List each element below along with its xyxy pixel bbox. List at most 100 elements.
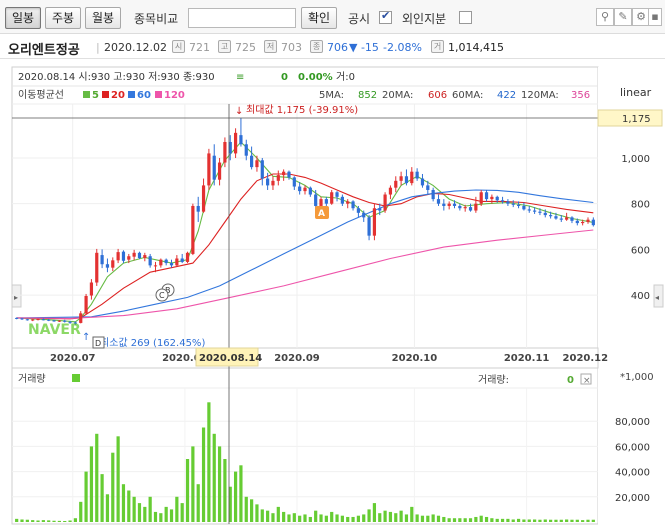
candle-body (207, 153, 211, 186)
volume-bar (217, 446, 222, 522)
ma5-swatch (83, 91, 90, 98)
tab-daily[interactable]: 일봉 (5, 7, 41, 29)
candle-body (463, 207, 467, 209)
ma120-value: 356 (571, 90, 590, 101)
price-tick-label: 600 (631, 245, 650, 256)
ma-title: 이동평균선 (18, 89, 64, 101)
volume-icon: 거 (431, 40, 444, 53)
tab-monthly[interactable]: 월봉 (85, 7, 121, 29)
event-marker-c-label: C (159, 291, 165, 300)
candle-body (282, 171, 286, 176)
volume-bar (89, 446, 94, 522)
candle-body (575, 220, 579, 224)
disclosure-checkbox[interactable] (379, 9, 392, 24)
volume-bar (506, 518, 510, 522)
volume-bar (298, 515, 302, 522)
volume-bar (164, 506, 168, 522)
date-tick-label: 2020.10 (392, 353, 438, 364)
compare-search-input[interactable] (188, 8, 296, 28)
volume-bar (121, 484, 126, 522)
candle-body (223, 141, 227, 163)
candle-body (31, 319, 35, 321)
candle-body (527, 209, 531, 211)
confirm-button[interactable]: 확인 (301, 7, 337, 29)
candle-body (36, 319, 40, 321)
open-price-icon: 시 (172, 40, 185, 53)
volume-bar (399, 510, 403, 522)
volume-bar (159, 513, 163, 522)
candle-body (89, 282, 94, 296)
candle-body (298, 186, 302, 192)
scale-mode-label[interactable]: linear (620, 86, 652, 99)
volume-bar (378, 513, 382, 522)
volume-bar (356, 515, 360, 522)
volume-bar (549, 519, 553, 522)
volume-bar (95, 433, 99, 522)
candle-body (586, 219, 590, 222)
candle-body (410, 171, 414, 184)
crosshair-date: 2020.08.14 (199, 353, 262, 364)
candle-body (532, 210, 537, 212)
event-marker-d-label: D (95, 339, 101, 348)
candle-body (95, 252, 99, 283)
ma60-value: 422 (497, 90, 516, 101)
stock-chart[interactable]: ▸ ◂ 2020.08.14 시:930 고:930 저:930 종:930 ≡… (0, 60, 665, 526)
volume-bar (351, 516, 355, 522)
candle-body (447, 203, 451, 206)
trade-volume: 1,014,415 (448, 41, 504, 54)
close-icon: × (583, 376, 591, 386)
change-pct-readout: 0.00% (298, 72, 333, 83)
volume-bar (426, 515, 430, 522)
volume-bar (84, 471, 88, 522)
volume-bar (127, 490, 131, 522)
volume-bar (196, 484, 200, 522)
volume-bar (137, 503, 142, 522)
volume-bar (287, 514, 291, 522)
candle-body (271, 180, 275, 186)
volume-bar (25, 519, 29, 522)
volume-bar (479, 515, 483, 522)
stock-name: 오리엔트정공 (8, 43, 80, 58)
candle-body (479, 192, 483, 204)
volume-bar (250, 499, 254, 522)
volume-bar (116, 436, 120, 522)
candle-body (367, 217, 371, 236)
more-icon[interactable]: ▪ (648, 8, 662, 26)
volume-bar (175, 496, 179, 522)
candle-body (543, 212, 547, 216)
volume-bar (153, 511, 158, 522)
volume-bar (559, 519, 563, 522)
candle-body (356, 208, 360, 213)
candle-body (388, 187, 393, 195)
candle-body (442, 203, 446, 206)
volume-bar (372, 503, 377, 522)
candle-body (522, 205, 526, 210)
volume-bar (415, 514, 419, 522)
draw-tool-icon[interactable]: ✎ (614, 8, 632, 26)
price-tick-label: 1,000 (621, 154, 650, 165)
volume-bar (148, 496, 152, 522)
candle-body (549, 215, 553, 217)
volume-bar (276, 506, 280, 522)
tab-weekly[interactable]: 주봉 (45, 7, 81, 29)
ma5-value: 852 (358, 90, 377, 101)
candle-body (436, 199, 441, 204)
volume-bar (239, 465, 243, 522)
volume-bar (420, 515, 425, 522)
foreign-ownership-checkbox[interactable] (459, 11, 472, 24)
candle-body (287, 171, 291, 178)
volume-bar (431, 514, 435, 522)
volume-bar (346, 516, 350, 522)
volume-bar (79, 501, 83, 522)
indicator-icon[interactable]: ⚲ (596, 8, 614, 26)
candle-body (47, 319, 51, 321)
volume-bar (543, 519, 547, 522)
candle-body (266, 178, 270, 186)
candle-body (420, 178, 425, 186)
volume-bar (330, 511, 334, 522)
volume-tick-label: 20,000 (615, 493, 650, 504)
volume-bar (180, 503, 184, 522)
ohlc-readout: 2020.08.14 시:930 고:930 저:930 종:930 (18, 71, 215, 83)
low-price: 703 (281, 41, 302, 54)
candle-body (378, 208, 382, 211)
